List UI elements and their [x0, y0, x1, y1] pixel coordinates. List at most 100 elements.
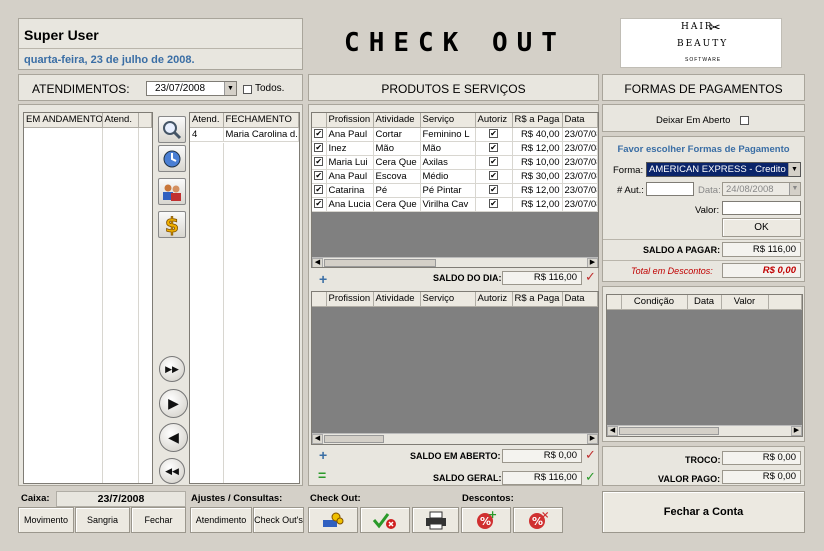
chevron-down-icon[interactable]: ▼	[788, 163, 800, 176]
aut-input[interactable]	[646, 182, 694, 196]
search-button[interactable]	[158, 116, 186, 143]
row-checkbox[interactable]: ✔	[312, 169, 327, 184]
produtos-hscroll[interactable]: ◀ ▶	[312, 257, 598, 267]
valor-input[interactable]	[722, 201, 801, 215]
pagamentos-grid[interactable]: Condição Data Valor ◀ ▶	[606, 294, 803, 437]
col-servico[interactable]: Serviço	[420, 292, 476, 307]
row-checkbox[interactable]: ✔	[312, 155, 327, 170]
row-checkbox[interactable]: ✔	[312, 197, 327, 212]
col-servico[interactable]: Serviço	[420, 113, 476, 128]
history-button[interactable]	[158, 145, 186, 172]
rewind-button[interactable]: ◀◀	[159, 458, 185, 484]
table-row[interactable]: ✔ Ana Lucia Cera Que Virilha Cav ✔ R$ 12,00 23…	[312, 197, 598, 212]
cell-atividade: Cortar	[373, 127, 421, 142]
data-select[interactable]: 24/08/2008 ▼	[722, 182, 801, 196]
col-atend[interactable]: Atend.	[190, 113, 224, 128]
fechar-conta-button[interactable]: Fechar a Conta	[602, 491, 805, 533]
produtos-grid[interactable]: Profission Atividade Serviço Autoriz R$ …	[311, 112, 599, 268]
row-check[interactable]: ✔	[314, 199, 324, 209]
autoriz-check[interactable]: ✔	[489, 143, 498, 153]
add-discount-button[interactable]: % +	[461, 507, 511, 533]
table-row[interactable]: 4 Maria Carolina d...	[190, 127, 299, 142]
row-check[interactable]: ✔	[314, 185, 324, 195]
autoriz-checkbox[interactable]: ✔	[475, 197, 513, 212]
row-check[interactable]: ✔	[314, 157, 324, 167]
row-checkbox[interactable]: ✔	[312, 141, 327, 156]
table-row[interactable]: ✔Ana PaulEscovaMédio✔R$ 30,0023/07/08	[312, 169, 598, 184]
checkout-pay-button[interactable]	[308, 507, 358, 533]
atendimento-button[interactable]: Atendimento	[190, 507, 252, 533]
scroll-left-icon[interactable]: ◀	[607, 426, 618, 436]
col-valor[interactable]: Valor	[721, 295, 769, 310]
col-profissional[interactable]: Profission	[326, 292, 374, 307]
deixar-aberto-checkbox[interactable]	[740, 116, 749, 125]
checkout-cancel-button[interactable]	[360, 507, 410, 533]
scroll-left-icon[interactable]: ◀	[312, 434, 323, 444]
add-aberto-button[interactable]: +	[319, 447, 327, 463]
fast-forward-button[interactable]: ▶▶	[159, 356, 185, 382]
table-row[interactable]: ✔CatarinaPéPé Pintar✔R$ 12,0023/07/08	[312, 183, 598, 198]
row-check[interactable]: ✔	[314, 143, 324, 153]
todos-checkbox[interactable]	[243, 85, 252, 94]
table-row[interactable]: ✔ Ana Paul Cortar Feminino L ✔ R$ 40,00 23/07/…	[312, 127, 598, 142]
add-item-button[interactable]: +	[319, 271, 327, 287]
row-check[interactable]: ✔	[314, 171, 324, 181]
scroll-thumb[interactable]	[619, 427, 719, 435]
fechar-caixa-button[interactable]: Fechar	[131, 507, 186, 533]
produtos-aberto-grid[interactable]: Profission Atividade Serviço Autoriz R$ …	[311, 291, 599, 445]
col-valor[interactable]: R$ a Paga	[512, 292, 563, 307]
col-data[interactable]: Data	[562, 113, 598, 128]
autoriz-checkbox[interactable]: ✔	[475, 183, 513, 198]
row-check[interactable]: ✔	[314, 129, 324, 139]
scroll-right-icon[interactable]: ▶	[587, 258, 598, 267]
autoriz-checkbox[interactable]: ✔	[475, 155, 513, 170]
payment-button[interactable]: $	[158, 211, 186, 238]
table-row[interactable]: ✔ Maria Lui Cera Que Axilas ✔ R$ 10,00 23/07/0…	[312, 155, 598, 170]
col-autoriz[interactable]: Autoriz	[475, 292, 513, 307]
col-profissional[interactable]: Profission	[326, 113, 374, 128]
scroll-thumb[interactable]	[324, 259, 436, 267]
col-atividade[interactable]: Atividade	[373, 292, 421, 307]
scroll-right-icon[interactable]: ▶	[587, 434, 598, 444]
remove-discount-button[interactable]: % ×	[513, 507, 563, 533]
table-row[interactable]: ✔InezMãoMão✔R$ 12,0023/07/08	[312, 141, 598, 156]
row-checkbox[interactable]: ✔	[312, 183, 327, 198]
col-autoriz[interactable]: Autoriz	[475, 113, 513, 128]
scroll-thumb[interactable]	[324, 435, 384, 443]
autoriz-checkbox[interactable]: ✔	[475, 141, 513, 156]
forma-select[interactable]: AMERICAN EXPRESS - Credito ▼	[646, 162, 801, 177]
scroll-right-icon[interactable]: ▶	[791, 426, 802, 436]
print-button[interactable]	[412, 507, 459, 533]
autoriz-check[interactable]: ✔	[489, 185, 498, 195]
atendimentos-date-select[interactable]: 23/07/2008 ▼	[146, 81, 237, 96]
ok-button[interactable]: OK	[722, 218, 801, 237]
em-andamento-grid[interactable]: EM ANDAMENTO Atend.	[23, 112, 153, 484]
autoriz-check[interactable]: ✔	[489, 199, 498, 209]
autoriz-check[interactable]: ✔	[489, 129, 498, 139]
clients-button[interactable]	[158, 178, 186, 205]
autoriz-checkbox[interactable]: ✔	[475, 169, 513, 184]
autoriz-check[interactable]: ✔	[489, 157, 498, 167]
col-data[interactable]: Data	[687, 295, 722, 310]
col-em-andamento[interactable]: EM ANDAMENTO	[24, 113, 103, 128]
col-fechamento[interactable]: FECHAMENTO	[223, 113, 299, 128]
fechamento-grid[interactable]: Atend. FECHAMENTO 4 Maria Carolina d...	[189, 112, 300, 484]
col-atend[interactable]: Atend.	[102, 113, 139, 128]
col-valor[interactable]: R$ a Paga	[512, 113, 563, 128]
col-data[interactable]: Data	[562, 292, 598, 307]
autoriz-checkbox[interactable]: ✔	[475, 127, 513, 142]
col-condicao[interactable]: Condição	[621, 295, 688, 310]
previous-button[interactable]: ◀	[159, 423, 188, 452]
chevron-down-icon[interactable]: ▼	[224, 82, 236, 95]
autoriz-check[interactable]: ✔	[489, 171, 498, 181]
movimento-button[interactable]: Movimento	[18, 507, 74, 533]
checkouts-button[interactable]: Check Out's	[253, 507, 304, 533]
col-atividade[interactable]: Atividade	[373, 113, 421, 128]
pagamentos-hscroll[interactable]: ◀ ▶	[607, 425, 802, 436]
row-checkbox[interactable]: ✔	[312, 127, 327, 142]
next-button[interactable]: ▶	[159, 389, 188, 418]
scroll-left-icon[interactable]: ◀	[312, 258, 323, 267]
sangria-button[interactable]: Sangria	[75, 507, 130, 533]
chevron-down-icon[interactable]: ▼	[789, 183, 800, 195]
aberto-hscroll[interactable]: ◀ ▶	[312, 433, 598, 444]
